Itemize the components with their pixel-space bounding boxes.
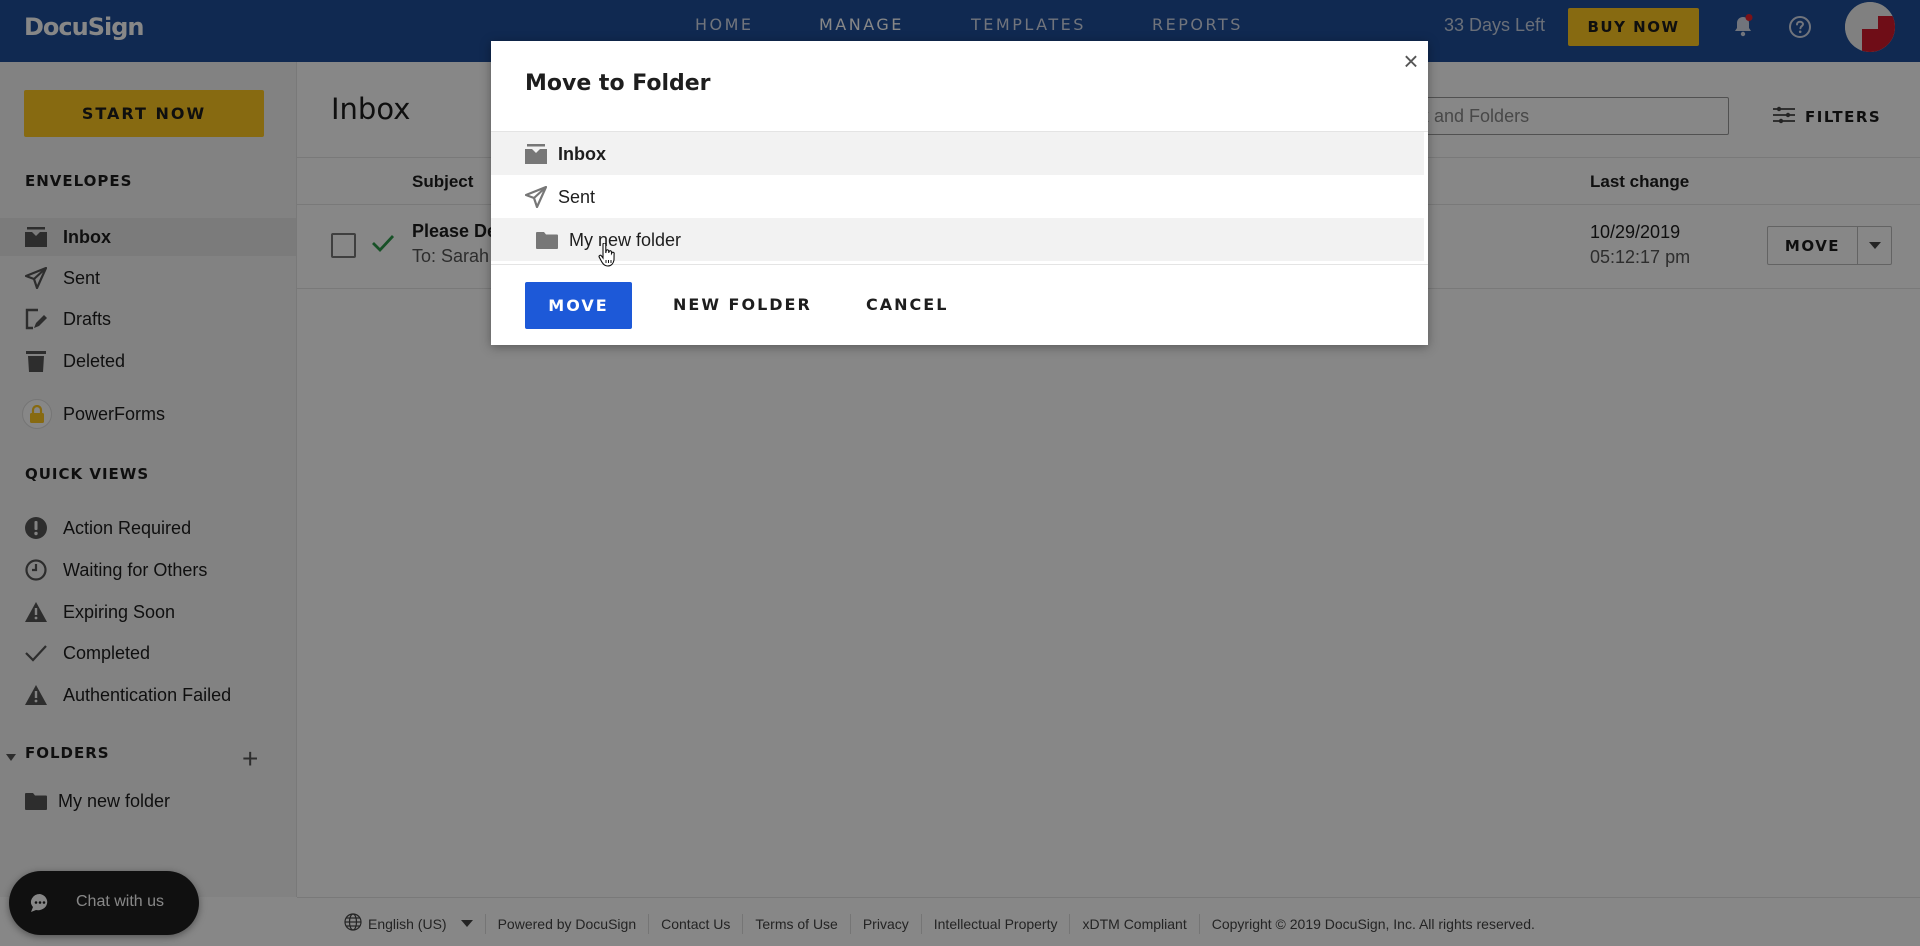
new-folder-button[interactable]: NEW FOLDER <box>673 295 812 314</box>
move-button[interactable]: MOVE <box>525 282 632 329</box>
dialog-title: Move to Folder <box>525 71 711 96</box>
folder-icon <box>536 229 558 251</box>
cancel-button[interactable]: CANCEL <box>866 295 948 314</box>
hand-pointer-cursor-icon <box>598 242 616 272</box>
folder-option-label: Sent <box>558 187 596 207</box>
folder-option-label: Inbox <box>558 144 606 164</box>
send-icon <box>525 186 547 208</box>
folder-option-my-new-folder[interactable]: My new folder <box>491 218 1424 261</box>
close-icon[interactable]: × <box>1400 48 1422 74</box>
folder-option-label: My new folder <box>569 230 682 250</box>
folder-option-inbox[interactable]: Inbox <box>491 132 1424 175</box>
inbox-icon <box>525 143 547 165</box>
folder-list: Inbox Sent My new folder <box>491 131 1428 261</box>
move-to-folder-dialog: Move to Folder × Inbox Sent My new folde… <box>491 41 1428 345</box>
folder-option-sent[interactable]: Sent <box>491 175 1424 218</box>
divider <box>491 264 1428 265</box>
